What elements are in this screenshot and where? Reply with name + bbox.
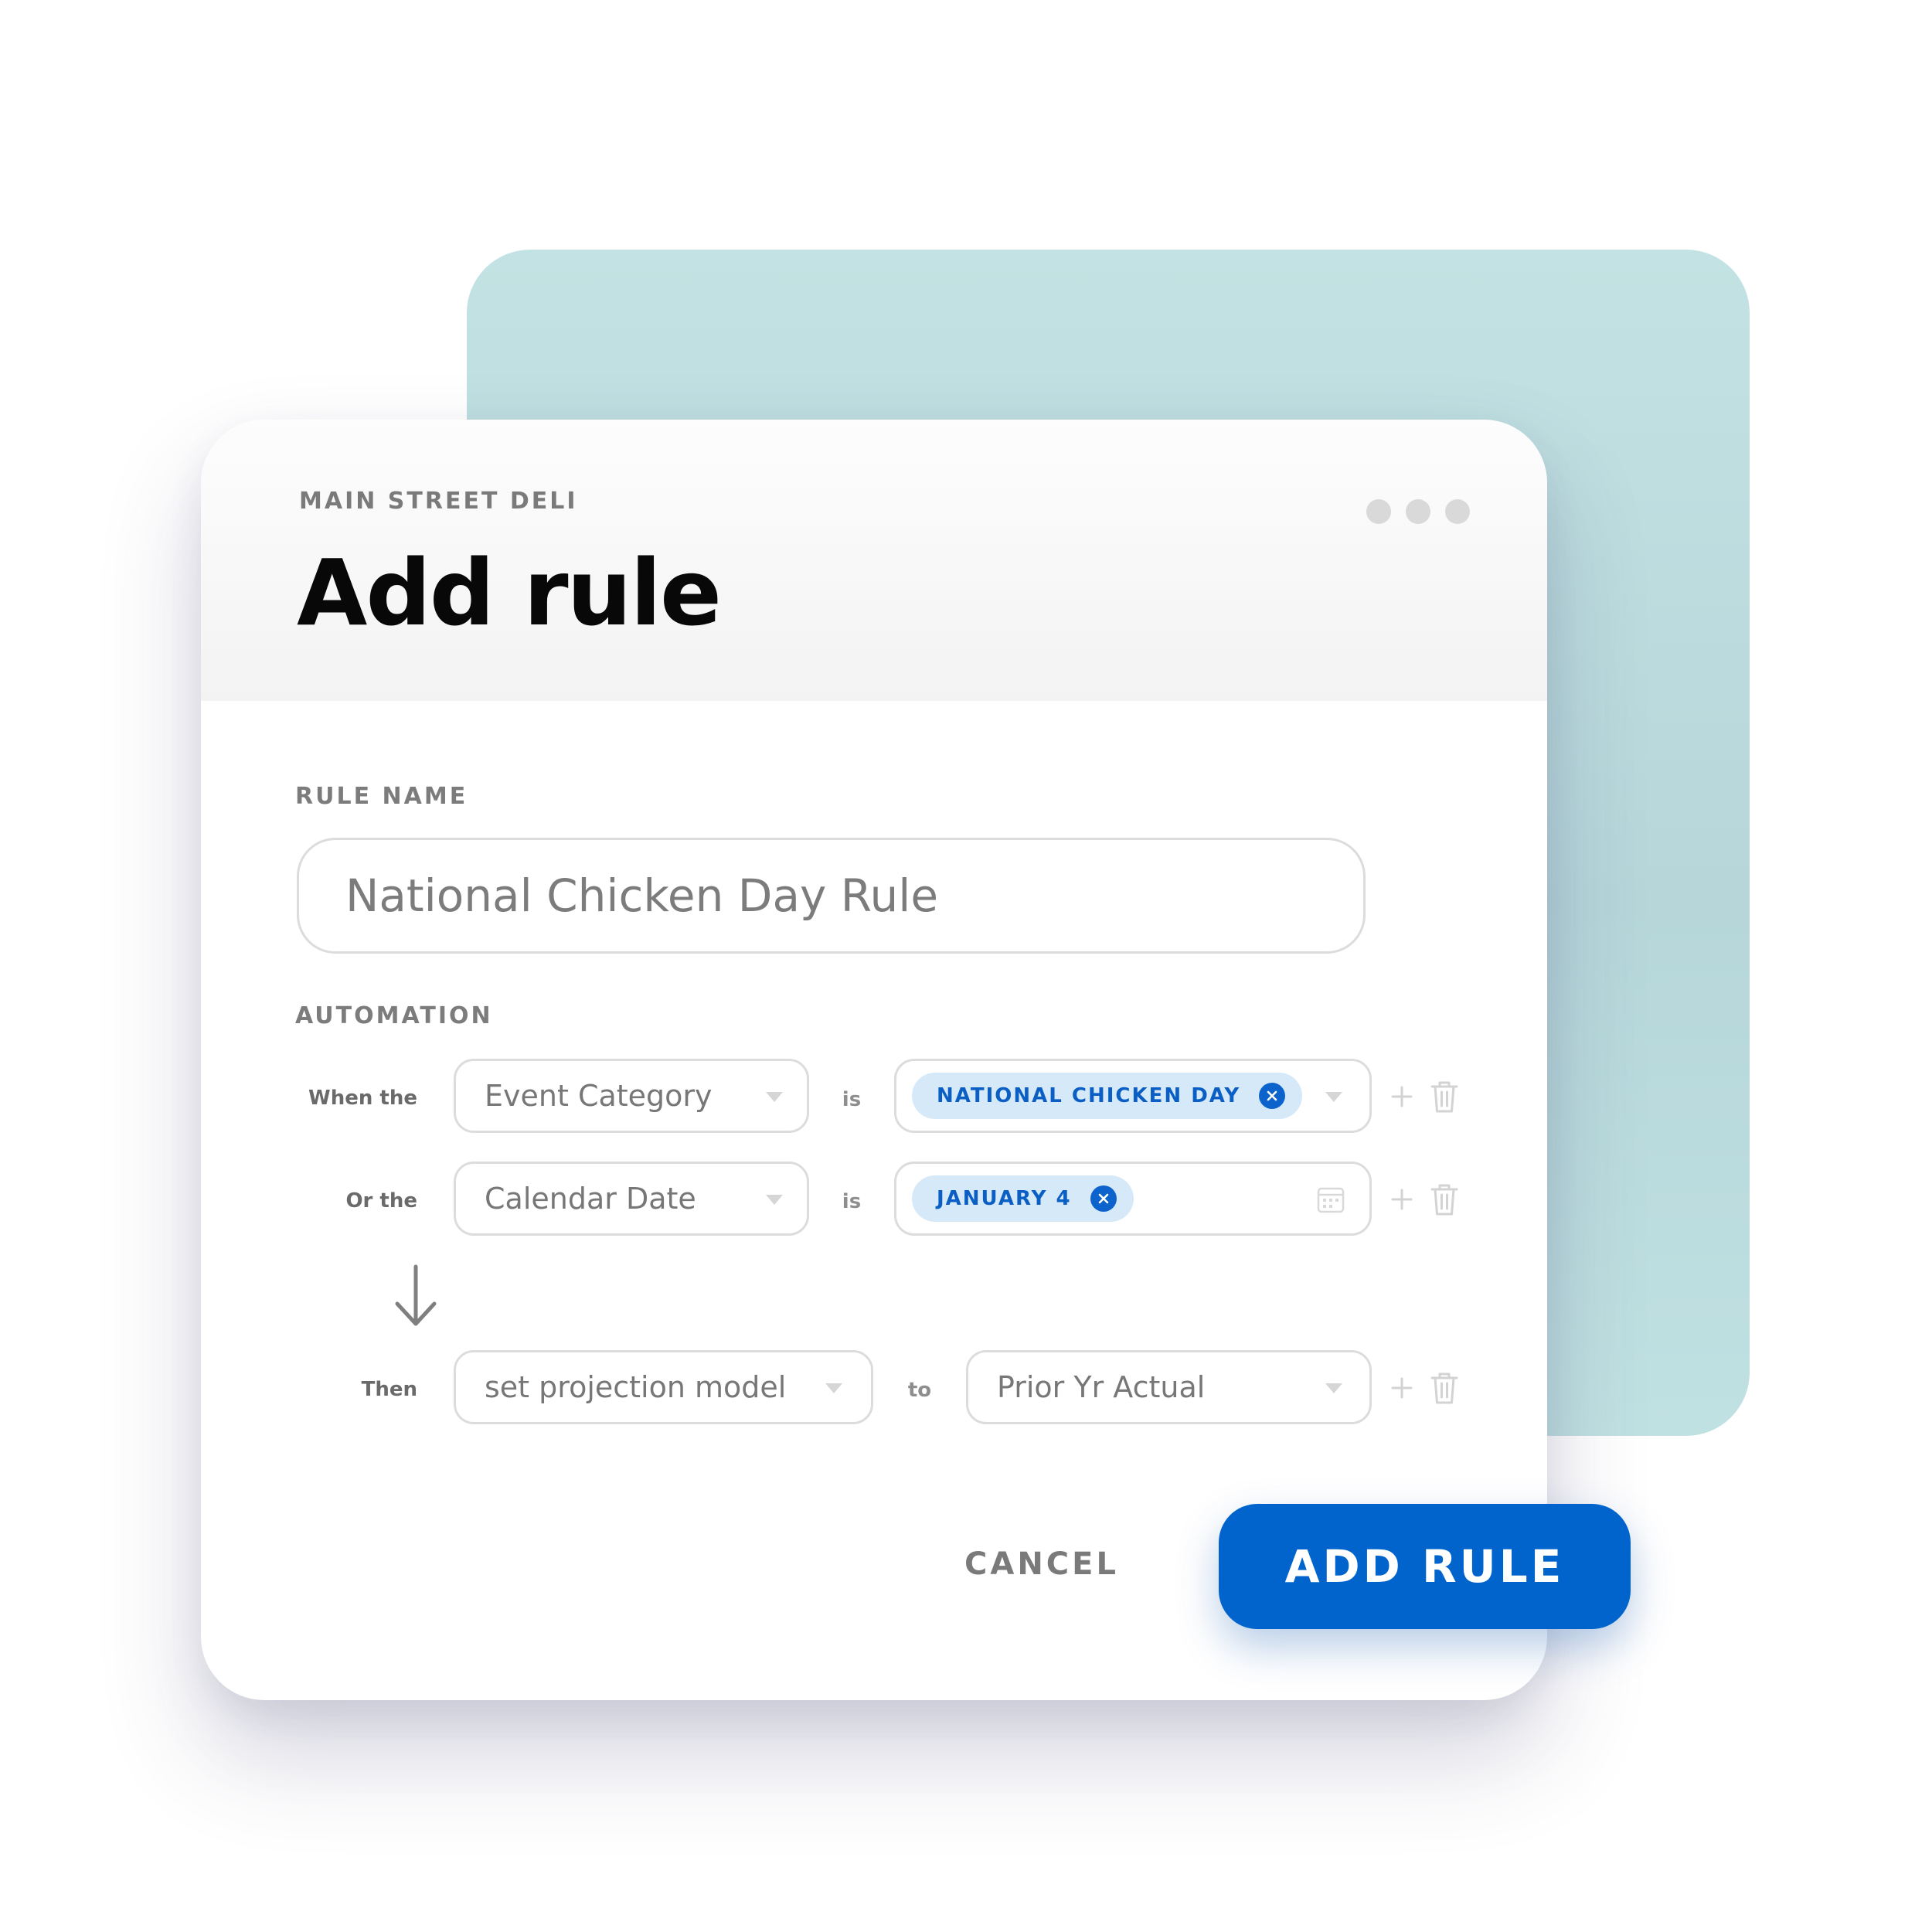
condition-field-select[interactable]: Event Category [454,1059,809,1133]
page-title: Add rule [297,539,722,646]
automation-label: AUTOMATION [295,1002,493,1029]
rule-name-input[interactable]: National Chicken Day Rule [297,838,1366,954]
value-tag-label: NATIONAL CHICKEN DAY [937,1084,1241,1107]
business-name: MAIN STREET DELI [299,488,578,515]
value-tag: NATIONAL CHICKEN DAY [912,1073,1303,1119]
calendar-icon[interactable] [1317,1185,1345,1213]
condition-actions [1391,1178,1476,1224]
dot [1366,499,1391,524]
action-actions [1391,1366,1476,1413]
remove-tag-icon[interactable] [1090,1185,1117,1212]
more-dots-icon[interactable] [1366,499,1470,524]
rule-name-value: National Chicken Day Rule [345,869,938,922]
chevron-down-icon [766,1195,783,1205]
action-prefix: Then [361,1378,417,1401]
action-value: Prior Yr Actual [997,1370,1206,1404]
condition-operator: is [842,1190,862,1213]
plus-icon[interactable] [1391,1086,1413,1107]
chevron-down-icon [1325,1383,1342,1393]
condition-field-value: Calendar Date [485,1182,696,1216]
condition-value-select[interactable]: NATIONAL CHICKEN DAY [894,1059,1372,1133]
trash-icon[interactable] [1430,1371,1459,1405]
chevron-down-icon [766,1092,783,1102]
action-operator: to [907,1379,932,1402]
chevron-down-icon [1325,1092,1342,1102]
value-tag: JANUARY 4 [912,1175,1134,1222]
condition-operator: is [842,1088,862,1111]
rule-name-label: RULE NAME [295,783,468,810]
action-value-select[interactable]: Prior Yr Actual [966,1350,1372,1424]
value-tag-label: JANUARY 4 [937,1187,1072,1210]
cancel-button[interactable]: CANCEL [964,1533,1116,1595]
condition-prefix: Or the [345,1189,417,1213]
trash-icon[interactable] [1430,1182,1459,1216]
action-field-value: set projection model [485,1370,787,1404]
dot [1406,499,1430,524]
condition-prefix: When the [308,1087,417,1110]
dialog-header: MAIN STREET DELI Add rule [201,420,1547,701]
add-rule-button[interactable]: ADD RULE [1219,1504,1631,1629]
condition-value-select[interactable]: JANUARY 4 [894,1162,1372,1236]
arrow-down-icon [395,1264,437,1326]
plus-icon[interactable] [1391,1377,1413,1399]
action-field-select[interactable]: set projection model [454,1350,873,1424]
plus-icon[interactable] [1391,1189,1413,1210]
condition-field-value: Event Category [485,1079,713,1113]
condition-field-select[interactable]: Calendar Date [454,1162,809,1236]
trash-icon[interactable] [1430,1080,1459,1114]
remove-tag-icon[interactable] [1259,1083,1286,1109]
condition-actions [1391,1075,1476,1121]
chevron-down-icon [825,1383,842,1393]
dot [1445,499,1470,524]
